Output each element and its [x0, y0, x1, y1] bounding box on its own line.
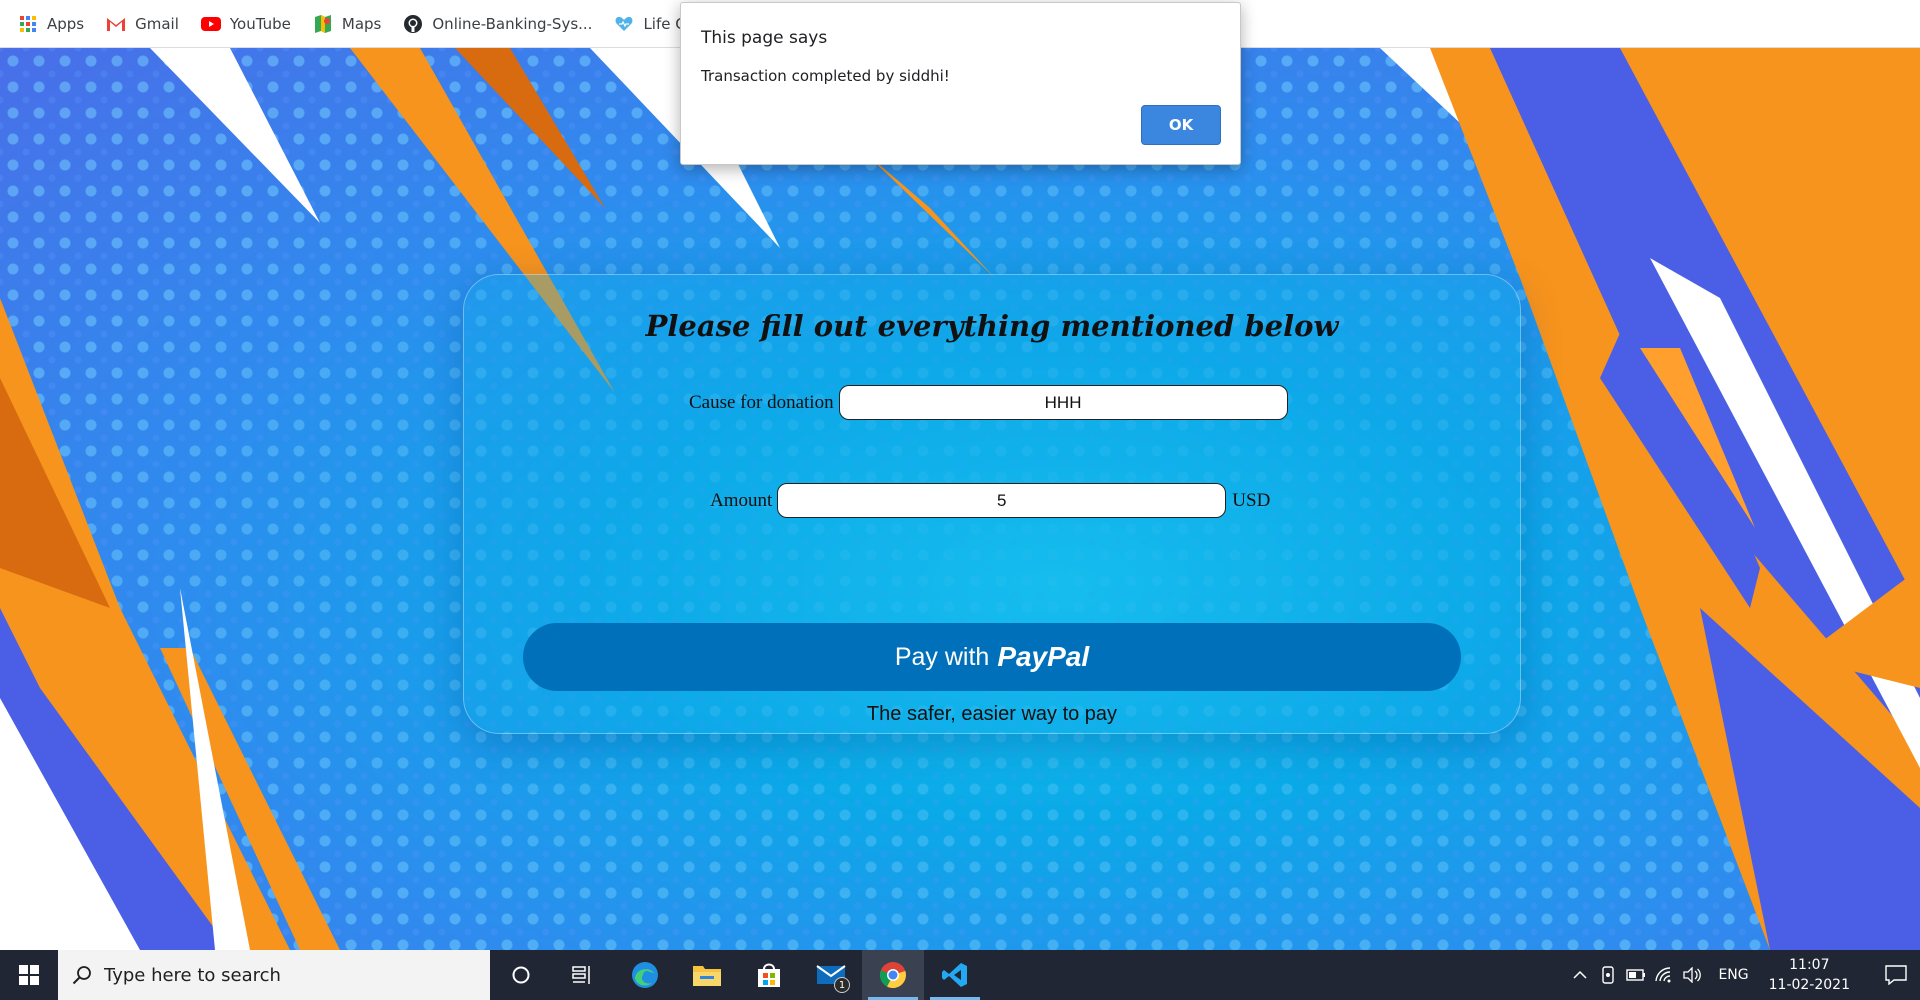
form-title: Please fill out everything mentioned bel… [645, 309, 1339, 343]
windows-logo-icon [19, 965, 39, 985]
paypal-logo-text: PayPal [997, 641, 1090, 672]
wifi-icon [1655, 967, 1671, 983]
alert-dialog: This page says Transaction completed by … [680, 2, 1241, 165]
input-language[interactable]: ENG [1718, 967, 1748, 983]
bookmark-label: Gmail [135, 14, 179, 33]
show-hidden-icons[interactable] [1566, 970, 1594, 980]
battery-icon [1626, 969, 1646, 981]
clock-date: 11-02-2021 [1768, 977, 1850, 993]
taskbar-store[interactable] [738, 950, 800, 1000]
cause-label: Cause for donation [689, 391, 834, 413]
action-center-button[interactable] [1872, 965, 1920, 985]
dialog-message: Transaction completed by siddhi! [701, 67, 950, 85]
taskbar-task-view[interactable] [552, 950, 614, 1000]
bookmark-youtube[interactable]: YouTube [200, 0, 291, 48]
taskbar-search-box[interactable] [58, 950, 490, 1000]
bookmark-label: Maps [341, 14, 382, 33]
tray-battery[interactable] [1622, 969, 1650, 981]
taskbar-mail[interactable]: 1 [800, 950, 862, 1000]
chevron-up-icon [1573, 970, 1587, 979]
amount-input[interactable] [777, 483, 1227, 518]
bookmark-apps[interactable]: Apps [18, 0, 84, 48]
bookmark-gmail[interactable]: Gmail [106, 0, 179, 48]
maps-icon [313, 14, 333, 34]
github-icon [403, 14, 423, 34]
paypal-tagline: The safer, easier way to pay [866, 703, 1118, 725]
device-icon [1602, 966, 1615, 984]
taskbar-edge[interactable] [614, 950, 676, 1000]
task-view-icon [572, 966, 590, 984]
file-explorer-icon [693, 966, 721, 986]
edge-icon [632, 962, 658, 988]
dialog-title: This page says [701, 28, 828, 48]
tray-volume[interactable] [1678, 967, 1706, 983]
taskbar-cortana[interactable] [490, 950, 552, 1000]
windows-taskbar: 1 ENG 11:07 11-02-20 [0, 950, 1920, 1000]
tray-wifi[interactable] [1650, 967, 1678, 983]
system-tray: ENG 11:07 11-02-2021 [1566, 950, 1920, 1000]
system-clock[interactable]: 11:07 11-02-2021 [1769, 955, 1850, 995]
heart-icon [614, 14, 634, 34]
cause-row: Cause for donation [689, 385, 1288, 420]
chrome-icon [879, 962, 906, 989]
cause-input[interactable] [838, 385, 1288, 420]
donation-form-card: Please fill out everything mentioned bel… [463, 274, 1521, 734]
youtube-icon [200, 14, 221, 34]
taskbar-search-input[interactable] [104, 964, 464, 986]
amount-row: Amount USD [710, 483, 1270, 518]
cortana-icon [512, 966, 530, 984]
notification-icon [1885, 965, 1907, 985]
bookmark-label: Apps [47, 14, 85, 33]
taskbar-file-explorer[interactable] [676, 950, 738, 1000]
store-icon [758, 963, 780, 987]
vscode-icon [942, 963, 967, 987]
page-viewport: Please fill out everything mentioned bel… [0, 48, 1920, 950]
taskbar-vscode[interactable] [924, 950, 986, 1000]
dialog-ok-button[interactable]: OK [1141, 105, 1221, 145]
mail-unread-badge: 1 [834, 977, 850, 993]
volume-icon [1683, 967, 1702, 983]
amount-label: Amount [710, 489, 773, 511]
pay-with-label: Pay with [894, 642, 990, 671]
apps-grid-icon [18, 14, 38, 34]
bookmark-maps[interactable]: Maps [313, 0, 381, 48]
start-button[interactable] [0, 950, 58, 1000]
paypal-pay-button[interactable]: Pay with PayPal [523, 623, 1461, 691]
bookmark-label: YouTube [229, 14, 291, 33]
bookmark-online-banking[interactable]: Online-Banking-Sys... [403, 0, 592, 48]
clock-time: 11:07 [1789, 957, 1830, 973]
taskbar-chrome[interactable] [862, 950, 924, 1000]
gmail-icon [106, 14, 126, 34]
search-icon [72, 966, 91, 985]
currency-label: USD [1232, 489, 1271, 511]
tray-device[interactable] [1594, 966, 1622, 984]
bookmark-label: Online-Banking-Sys... [432, 14, 593, 33]
